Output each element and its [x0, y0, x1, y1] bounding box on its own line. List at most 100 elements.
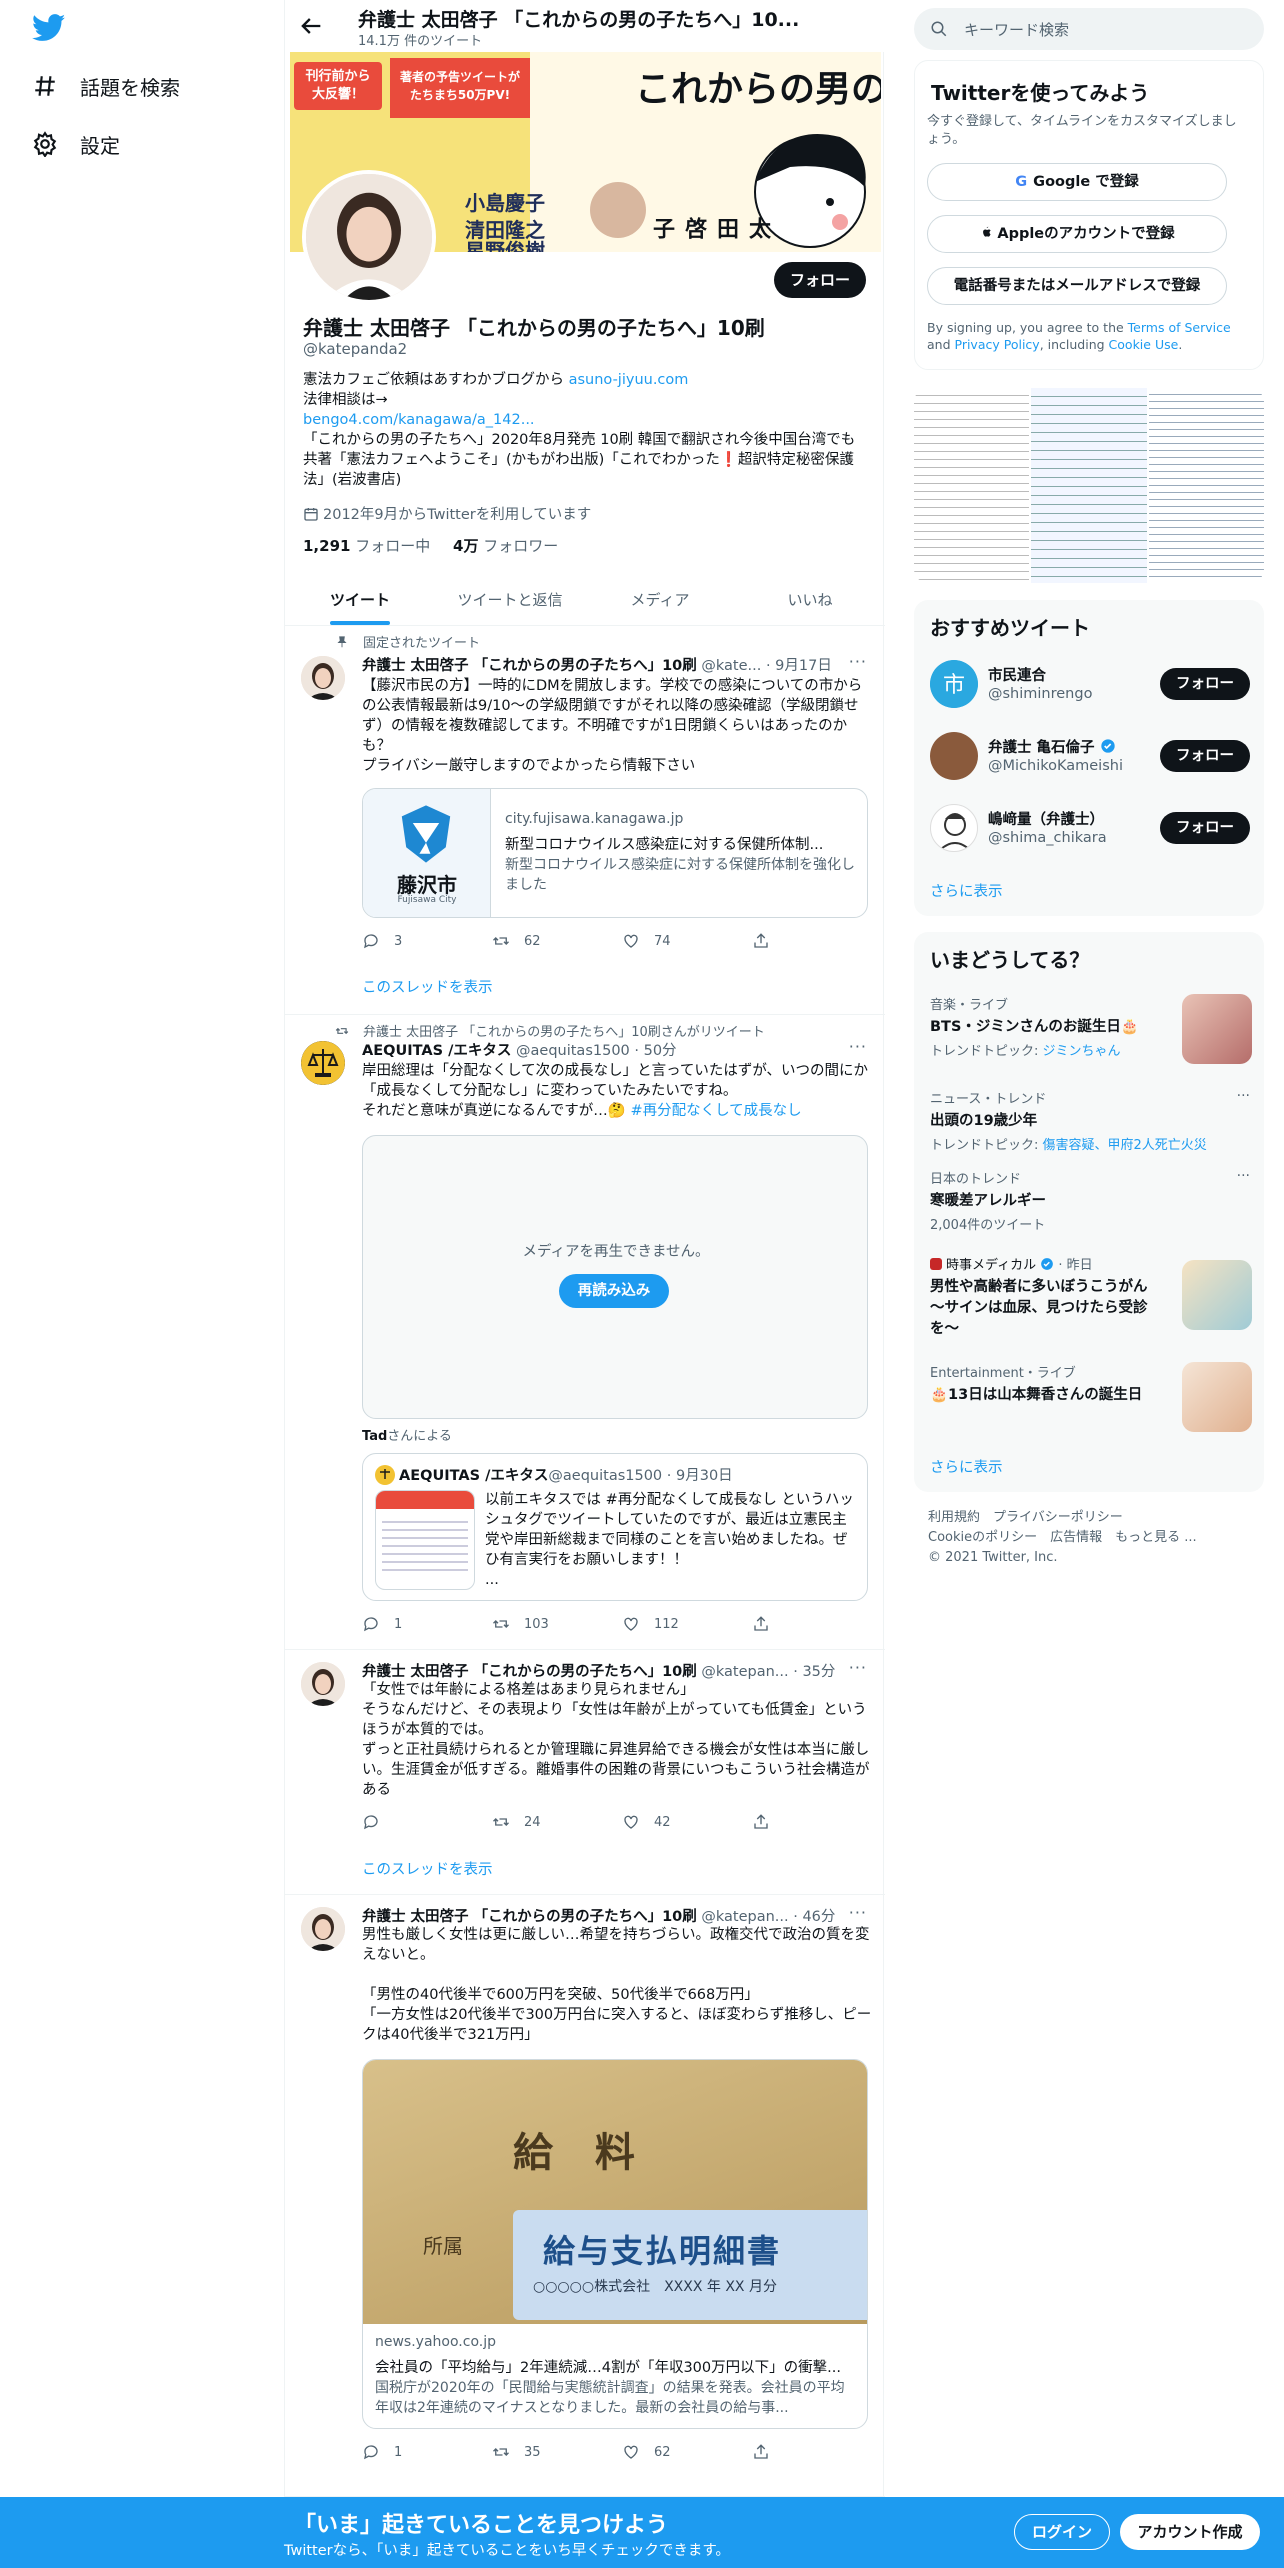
trend-item[interactable]: 時事メディカル · 昨日 男性や高齢者に多いぼうこうがん～サインは血尿、見つけた… — [930, 1254, 1252, 1338]
tweet-avatar[interactable] — [301, 1662, 345, 1706]
follow-button[interactable]: フォロー — [1160, 668, 1250, 700]
show-thread-link[interactable]: このスレッドを表示 — [362, 976, 493, 997]
tweet-author[interactable]: 弁護士 太田啓子 「これからの男の子たちへ」10刷 — [362, 1664, 697, 1680]
show-more-link[interactable]: さらに表示 — [930, 1456, 1003, 1477]
retweeted-tweet[interactable]: 弁護士 太田啓子 「これからの男の子たちへ」10刷さんがリツイート AEQUIT… — [285, 1015, 885, 1650]
twitter-logo-icon[interactable] — [32, 14, 66, 42]
payslip-window: 給与支払明細書 ○○○○○株式会社 XXXX 年 XX 月分 — [513, 2210, 867, 2320]
terms-link[interactable]: Terms of Service — [1128, 320, 1231, 335]
bio-link-bengo4[interactable]: bengo4.com/kanagawa/a_142... — [303, 410, 868, 430]
more-options-icon[interactable]: ··· — [849, 1903, 867, 1922]
share-button[interactable] — [752, 1813, 792, 1831]
trend-item[interactable]: ニュース・トレンド 出頭の19歳少年 トレンドトピック: 傷害容疑、甲府2人死亡… — [930, 1088, 1250, 1153]
like-button[interactable]: 112 — [622, 1615, 752, 1633]
follow-button[interactable]: フォロー — [774, 262, 866, 298]
tweet-meta[interactable]: @aequitas1500 · 50分 — [511, 1043, 677, 1059]
more-options-icon[interactable]: ··· — [1237, 1088, 1250, 1104]
media-credit-name[interactable]: Tad — [362, 1429, 387, 1444]
signup-button[interactable]: アカウント作成 — [1120, 2514, 1260, 2550]
show-thread-link[interactable]: このスレッドを表示 — [362, 1858, 493, 1879]
reply-icon — [364, 2445, 378, 2460]
tab-tweets-replies[interactable]: ツイートと返信 — [435, 576, 585, 625]
retweet-button[interactable]: 62 — [492, 932, 622, 950]
tweet-author[interactable]: 弁護士 太田啓子 「これからの男の子たちへ」10刷 — [362, 1909, 697, 1925]
media-player[interactable]: メディアを再生できません。 再読み込み — [362, 1135, 868, 1419]
share-button[interactable] — [752, 1615, 792, 1633]
link-card[interactable]: 藤沢市 Fujisawa City city.fujisawa.kanagawa… — [362, 788, 868, 918]
nav-explore[interactable]: 話題を検索 — [32, 66, 180, 106]
retweet-count: 24 — [524, 1814, 541, 1830]
more-options-icon[interactable]: ··· — [849, 1658, 867, 1677]
trend-sub-link[interactable]: ジミンちゃん — [1043, 1044, 1121, 1059]
reload-button[interactable]: 再読み込み — [559, 1274, 669, 1308]
tweet-meta[interactable]: @kate... · 9月17日 — [697, 658, 831, 674]
like-count: 42 — [654, 1814, 671, 1830]
recommended-user[interactable]: 市 市民連合 @shiminrengo フォロー — [930, 656, 1250, 712]
tweet[interactable]: 弁護士 太田啓子 「これからの男の子たちへ」10刷 @katepan... · … — [285, 1650, 885, 1895]
tweet-meta[interactable]: @katepan... · 35分 — [697, 1664, 835, 1680]
follow-button[interactable]: フォロー — [1160, 812, 1250, 844]
reply-button[interactable] — [362, 1813, 492, 1831]
reply-button[interactable]: 1 — [362, 1615, 492, 1633]
more-options-icon[interactable]: ··· — [1237, 1168, 1250, 1184]
retweet-icon — [493, 1620, 509, 1628]
following-link[interactable]: 1,291 フォロー中 — [303, 537, 430, 555]
phone-signup-button[interactable]: 電話番号またはメールアドレスで登録 — [927, 267, 1227, 305]
footer-line-2[interactable]: Cookieのポリシー 広告情報 もっと見る ... — [928, 1528, 1197, 1548]
trend-item[interactable]: 音楽・ライブ BTS・ジミンさんのお誕生日🎂 トレンドトピック: ジミンちゃん — [930, 994, 1252, 1064]
tweet-avatar[interactable] — [301, 1041, 345, 1085]
quoted-tweet[interactable]: AEQUITAS /エキタス @aequitas1500 · 9月30日 以前エ… — [362, 1453, 868, 1601]
recommended-user[interactable]: 弁護士 亀石倫子 @MichikoKameishi フォロー — [930, 728, 1250, 784]
tweet-author[interactable]: 弁護士 太田啓子 「これからの男の子たちへ」10刷 — [362, 658, 697, 674]
retweet-count: 62 — [524, 933, 541, 949]
gallery-image-2 — [1031, 388, 1149, 583]
more-options-icon[interactable]: ··· — [849, 652, 867, 671]
tab-media[interactable]: メディア — [585, 576, 735, 625]
footer-line-1[interactable]: 利用規約 プライバシーポリシー — [928, 1508, 1197, 1528]
tweet[interactable]: 弁護士 太田啓子 「これからの男の子たちへ」10刷 @katepan... · … — [285, 1895, 885, 2497]
media-gallery[interactable] — [914, 388, 1264, 583]
user-avatar — [930, 732, 978, 780]
tweet-author[interactable]: AEQUITAS /エキタス — [362, 1043, 511, 1059]
reply-button[interactable]: 1 — [362, 2443, 492, 2461]
share-button[interactable] — [752, 2443, 792, 2461]
tweet-meta[interactable]: @katepan... · 46分 — [697, 1909, 835, 1925]
tab-tweets[interactable]: ツイート — [285, 576, 435, 625]
trend-sub-link[interactable]: 傷害容疑、甲府2人死亡火災 — [1043, 1138, 1207, 1153]
nav-settings[interactable]: 設定 — [32, 124, 120, 164]
back-arrow-icon[interactable] — [297, 12, 325, 40]
trend-item[interactable]: Entertainment・ライブ 🎂13日は山本舞香さんの誕生日 — [930, 1362, 1252, 1432]
user-avatar: 市 — [930, 660, 978, 708]
reply-button[interactable]: 3 — [362, 932, 492, 950]
share-button[interactable] — [752, 932, 792, 950]
profile-avatar[interactable] — [302, 170, 436, 304]
link-card[interactable]: 給 料 所属 給与支払明細書 ○○○○○株式会社 XXXX 年 XX 月分 ne… — [362, 2059, 868, 2429]
trend-title: 男性や高齢者に多いぼうこうがん～サインは血尿、見つけたら受診を～ — [930, 1279, 1148, 1337]
show-more-link[interactable]: さらに表示 — [930, 880, 1003, 901]
tweet-avatar[interactable] — [301, 1907, 345, 1951]
privacy-link[interactable]: Privacy Policy — [955, 337, 1040, 352]
search-input[interactable]: キーワード検索 — [914, 8, 1264, 50]
google-signup-button[interactable]: G Google で登録 — [927, 163, 1227, 201]
page-title: 弁護士 太田啓子 「これからの男の子たちへ」10... — [358, 9, 800, 31]
login-button[interactable]: ログイン — [1014, 2514, 1110, 2550]
followers-link[interactable]: 4万 フォロワー — [453, 537, 558, 555]
pin-icon — [337, 635, 347, 647]
apple-signup-button[interactable]: Appleのアカウントで登録 — [927, 215, 1227, 253]
more-options-icon[interactable]: ··· — [849, 1037, 867, 1056]
trend-item[interactable]: 日本のトレンド 寒暖差アレルギー 2,004件のツイート ··· — [930, 1168, 1250, 1233]
retweet-button[interactable]: 103 — [492, 1615, 622, 1633]
cookie-link[interactable]: Cookie Use — [1109, 337, 1179, 352]
like-button[interactable]: 62 — [622, 2443, 752, 2461]
tweet-avatar[interactable] — [301, 656, 345, 700]
retweet-button[interactable]: 24 — [492, 1813, 622, 1831]
bio-link-asuno[interactable]: asuno-jiyuu.com — [569, 372, 689, 388]
like-button[interactable]: 74 — [622, 932, 752, 950]
tab-likes[interactable]: いいね — [735, 576, 885, 625]
follow-button[interactable]: フォロー — [1160, 740, 1250, 772]
recommended-user[interactable]: 嶋﨑量（弁護士） @shima_chikara フォロー — [930, 800, 1250, 856]
like-button[interactable]: 42 — [622, 1813, 752, 1831]
hashtag-link[interactable]: #再分配なくして成長なし — [630, 1103, 801, 1119]
retweet-button[interactable]: 35 — [492, 2443, 622, 2461]
pinned-tweet[interactable]: 固定されたツイート 弁護士 太田啓子 「これからの男の子たちへ」10刷 @kat… — [285, 626, 885, 1015]
